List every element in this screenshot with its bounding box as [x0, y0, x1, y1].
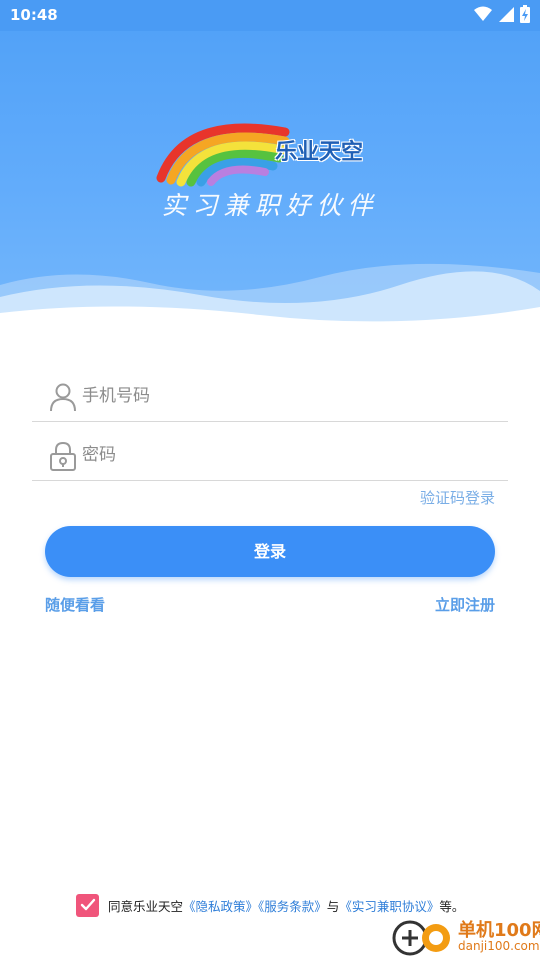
- agreement-prefix: 同意乐业天空: [108, 898, 184, 914]
- login-button[interactable]: 登录: [45, 526, 495, 577]
- sms-login-link[interactable]: 验证码登录: [420, 487, 495, 508]
- status-icons: [474, 5, 530, 23]
- status-time: 10:48: [10, 6, 58, 24]
- battery-icon: [520, 5, 530, 23]
- phone-input[interactable]: [82, 380, 482, 412]
- agreement-checkbox[interactable]: [76, 893, 99, 917]
- rainbow-icon: [156, 123, 290, 187]
- wave-decoration: [0, 263, 540, 340]
- user-icon: [50, 383, 76, 412]
- status-bar: 10:48: [0, 0, 540, 31]
- phone-field[interactable]: [32, 368, 508, 422]
- password-field[interactable]: [32, 427, 508, 481]
- check-icon: [80, 898, 95, 911]
- brand-name: 乐业天空: [275, 140, 364, 165]
- terms-link[interactable]: 《服务条款》: [258, 899, 327, 914]
- app-logo: 乐业天空: [155, 108, 385, 188]
- register-link[interactable]: 立即注册: [435, 594, 495, 615]
- privacy-policy-link[interactable]: 《隐私政策》: [183, 899, 258, 914]
- header-banner: 10:48 乐业天空 实习兼职好伙伴: [0, 0, 540, 340]
- slogan: 实习兼职好伙伴: [161, 191, 379, 220]
- agreement-and: 与: [326, 898, 340, 914]
- watermark: 单机100网 danji100.com: [390, 912, 540, 960]
- lock-icon: [50, 441, 76, 471]
- signal-icon: [499, 7, 514, 22]
- watermark-url: danji100.com: [458, 939, 540, 953]
- password-input[interactable]: [82, 439, 482, 471]
- watermark-logo-icon: [392, 920, 450, 956]
- wifi-icon: [474, 6, 492, 21]
- browse-link[interactable]: 随便看看: [45, 594, 105, 615]
